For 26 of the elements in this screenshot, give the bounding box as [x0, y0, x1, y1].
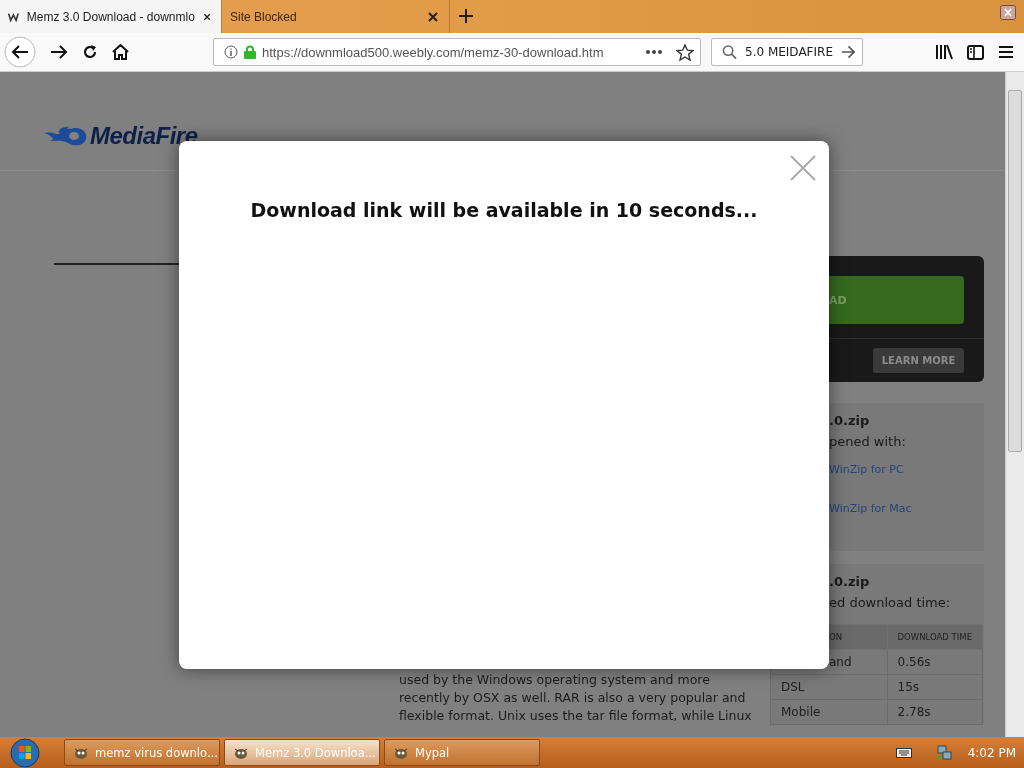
learn-more-button[interactable]: LEARN MORE [873, 348, 964, 373]
clock: 4:02 PM [967, 745, 1016, 760]
taskbar-item[interactable]: memz virus downlo... [64, 739, 220, 766]
panel-text: ed download time: [829, 595, 952, 610]
app-link[interactable]: WinZip for Mac [829, 502, 984, 515]
logo-text[interactable]: MediaFire [90, 122, 198, 150]
taskbar-item[interactable]: Mypal [384, 739, 540, 766]
search-field[interactable]: 5.0 MEIDAFIRE [711, 38, 863, 66]
tab-title: Site Blocked [230, 9, 298, 24]
search-text: 5.0 MEIDAFIRE [745, 45, 833, 59]
table-cell: 15s [887, 674, 983, 700]
address-bar[interactable]: https://downmload500.weebly.com/memz-30-download.htm [213, 38, 701, 66]
browser-tab[interactable]: Memz 3.0 Download - downmlo [0, 0, 222, 33]
panel-text: pened with: [829, 434, 907, 449]
column-header: DOWNLOAD TIME [887, 624, 983, 650]
tab-title: Memz 3.0 Download - downmlo [26, 9, 195, 24]
table-cell: 2.78s [887, 699, 983, 725]
modal-message: Download link will be available in 10 seconds... [249, 199, 759, 221]
file-name: .0.zip [829, 574, 871, 589]
description-paragraph: used by the Windows operating system and more recently by OSX as well. RAR is also a very popular and flexible format. Unix uses the tar file format, while Linux [399, 671, 753, 725]
table-cell: DSL [770, 674, 888, 700]
table-cell: 0.56s [887, 649, 983, 675]
url-text: https://downmload500.weebly.com/memz-30-download.htm [262, 44, 604, 60]
table-cell: Mobile [770, 699, 888, 725]
file-name: .0.zip [829, 413, 871, 428]
app-link[interactable]: WinZip for PC [829, 463, 984, 476]
